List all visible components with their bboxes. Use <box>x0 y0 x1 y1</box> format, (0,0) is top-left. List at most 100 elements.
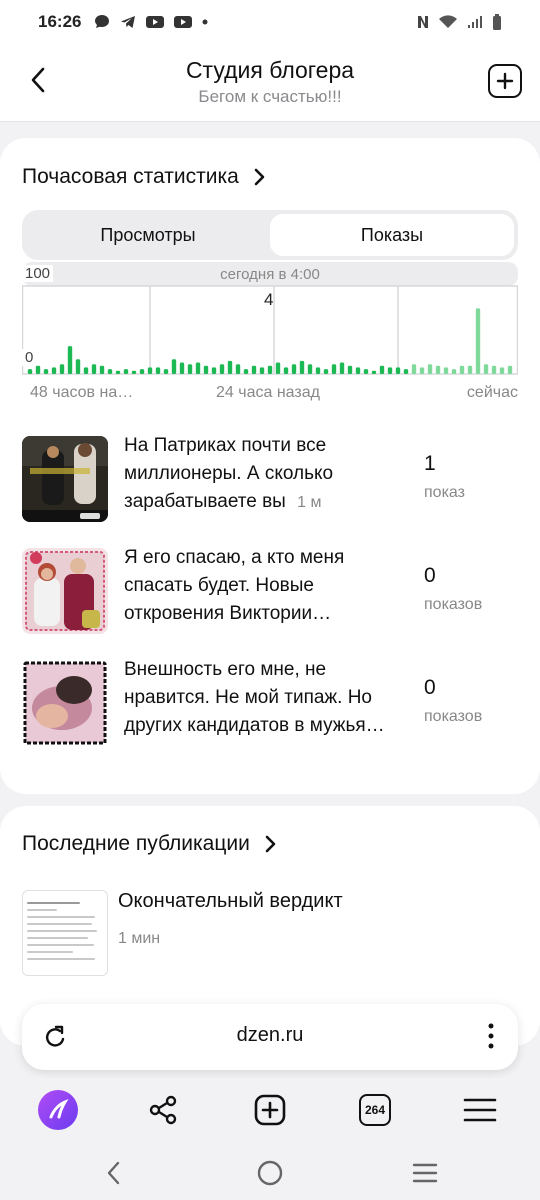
chart-bar <box>83 367 89 374</box>
home-circle-icon <box>257 1160 283 1186</box>
chart-bar <box>491 365 497 374</box>
chart-bar <box>235 364 241 374</box>
chart-bar <box>451 369 457 374</box>
battery-icon <box>493 14 501 30</box>
system-nav-bar <box>0 1142 540 1200</box>
chart-bar <box>91 364 97 374</box>
system-back-button[interactable] <box>99 1158 129 1188</box>
new-tab-button[interactable] <box>248 1088 292 1132</box>
browser-bottom-nav: 264 <box>0 1078 540 1142</box>
chart-bar <box>219 364 225 374</box>
chart-bar <box>355 367 361 374</box>
create-button[interactable] <box>488 64 522 98</box>
chart-bar <box>475 308 481 374</box>
impressions-count: 1 <box>424 452 436 475</box>
peak-value-label: 4 <box>264 290 274 309</box>
chart-bar <box>387 367 393 374</box>
chart-bar <box>507 365 513 374</box>
y-max-label: 100 <box>22 265 54 282</box>
chart-bar <box>187 364 193 374</box>
tab-impressions[interactable]: Показы <box>270 214 514 256</box>
chart-bar <box>251 365 257 374</box>
x-label: 48 часов на… <box>30 384 134 401</box>
tabs-count: 264 <box>364 1103 386 1117</box>
chart-bar <box>131 370 137 374</box>
article-thumbnail <box>22 436 108 522</box>
chart-bar <box>331 364 337 374</box>
dot-icon <box>202 19 208 25</box>
status-bar: 16:26 <box>0 0 540 44</box>
impressions-unit: показ <box>424 484 465 501</box>
share-icon <box>149 1095 177 1125</box>
page-title: Студия блогера <box>185 57 355 83</box>
chart-bar <box>123 369 129 374</box>
chart-bar <box>155 367 161 374</box>
chart-bar <box>75 359 81 374</box>
hourly-stats-card: Почасовая статистика Просмотры Показы се… <box>0 138 540 794</box>
youtube-icon <box>146 16 165 28</box>
more-button[interactable] <box>488 1022 494 1055</box>
tabs-button[interactable]: 264 <box>353 1088 397 1132</box>
chart-bar <box>371 370 377 374</box>
chart-bar <box>363 369 369 374</box>
list-item[interactable]: Я его спасаю, а кто меня спасать будет. … <box>22 547 518 636</box>
article-age: 1 м <box>297 494 322 511</box>
chat-icon <box>95 15 110 28</box>
chart-bar <box>275 362 281 374</box>
section-title: Почасовая статистика <box>22 165 239 188</box>
chart-bar <box>43 369 49 374</box>
chart-bar <box>115 370 121 374</box>
chart-bar <box>347 365 353 374</box>
alice-icon <box>38 1090 78 1130</box>
chart-bar <box>483 364 489 374</box>
publication-item[interactable]: Окончательный вердикт 1 мин <box>22 890 518 980</box>
tab-views[interactable]: Просмотры <box>26 214 270 256</box>
alice-button[interactable] <box>36 1088 80 1132</box>
chart-bar <box>27 369 33 374</box>
publication-thumbnail <box>22 890 108 976</box>
article-thumbnail <box>22 660 108 746</box>
x-label: сейчас <box>466 384 518 401</box>
hamburger-icon <box>463 1098 497 1122</box>
telegram-icon <box>121 16 136 28</box>
publication-title: Окончательный вердикт <box>118 890 343 912</box>
chart-bar <box>379 365 385 374</box>
chart-bar <box>307 364 313 374</box>
article-title: На Патриках почти все миллионеры. А скол… <box>124 432 414 520</box>
chart-bar <box>163 369 169 374</box>
article-title-text: Я его спасаю, а кто меня спасать будет. … <box>124 547 345 624</box>
chart-bar <box>427 364 433 374</box>
tabs-counter-icon: 264 <box>359 1094 391 1126</box>
article-thumbnail <box>22 548 108 634</box>
address-bar[interactable]: dzen.ru <box>22 1004 518 1070</box>
chart-bar <box>459 365 465 374</box>
system-recents-button[interactable] <box>410 1158 440 1188</box>
chart-bar <box>147 367 153 374</box>
system-home-button[interactable] <box>255 1158 285 1188</box>
chart-bar <box>467 365 473 374</box>
share-button[interactable] <box>141 1088 185 1132</box>
y-min-label: 0 <box>22 349 37 366</box>
recents-icon <box>412 1163 438 1183</box>
more-vertical-icon <box>488 1023 494 1049</box>
impressions-count: 0 <box>424 676 436 699</box>
wifi-icon <box>439 15 457 28</box>
chart-annotation: сегодня в 4:00 <box>220 266 320 283</box>
chart-bar <box>51 367 57 374</box>
page-subtitle: Бегом к счастью!!! <box>198 87 342 106</box>
chart-bar <box>323 369 329 374</box>
hourly-chart: сегодня в 4:00 4 100 0 <box>22 262 518 392</box>
list-item[interactable]: На Патриках почти все миллионеры. А скол… <box>22 435 518 524</box>
chart-bar <box>283 367 289 374</box>
publications-link[interactable]: Последние публикации <box>22 832 276 856</box>
chart-bar <box>99 365 105 374</box>
list-item[interactable]: Внешность его мне, не нравится. Не мой т… <box>22 659 518 748</box>
chart-bar <box>315 367 321 374</box>
chart-bar <box>339 362 345 374</box>
hourly-stats-link[interactable]: Почасовая статистика <box>22 165 265 189</box>
chevron-right-icon <box>265 835 276 853</box>
x-label: 24 часа назад <box>216 384 320 401</box>
plus-icon <box>496 72 514 90</box>
chart-bar <box>139 369 145 374</box>
menu-button[interactable] <box>458 1088 502 1132</box>
